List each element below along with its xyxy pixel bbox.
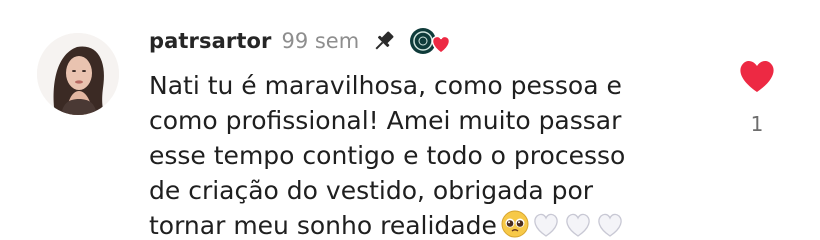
white-heart-emoji: [566, 213, 590, 237]
username[interactable]: patrsartor: [149, 29, 271, 53]
heart-icon[interactable]: [737, 58, 777, 98]
avatar-photo: [37, 33, 119, 115]
comment: patrsartor 99 sem Nati tu é maravilhosa,…: [0, 0, 820, 240]
white-heart-emoji: [534, 213, 558, 237]
comment-text: Nati tu é maravilhosa, como pessoa e com…: [149, 68, 709, 240]
comment-header: patrsartor 99 sem: [149, 26, 455, 56]
timestamp: 99 sem: [281, 29, 360, 53]
pleading-face-emoji: [501, 210, 529, 238]
creator-liked-heart-icon: [407, 26, 455, 56]
emoji-row: [501, 210, 627, 238]
like-count: 1: [750, 112, 764, 136]
avatar[interactable]: [37, 33, 119, 115]
like-column: 1: [733, 58, 781, 136]
white-heart-emoji: [598, 213, 622, 237]
pin-icon: [371, 28, 397, 54]
